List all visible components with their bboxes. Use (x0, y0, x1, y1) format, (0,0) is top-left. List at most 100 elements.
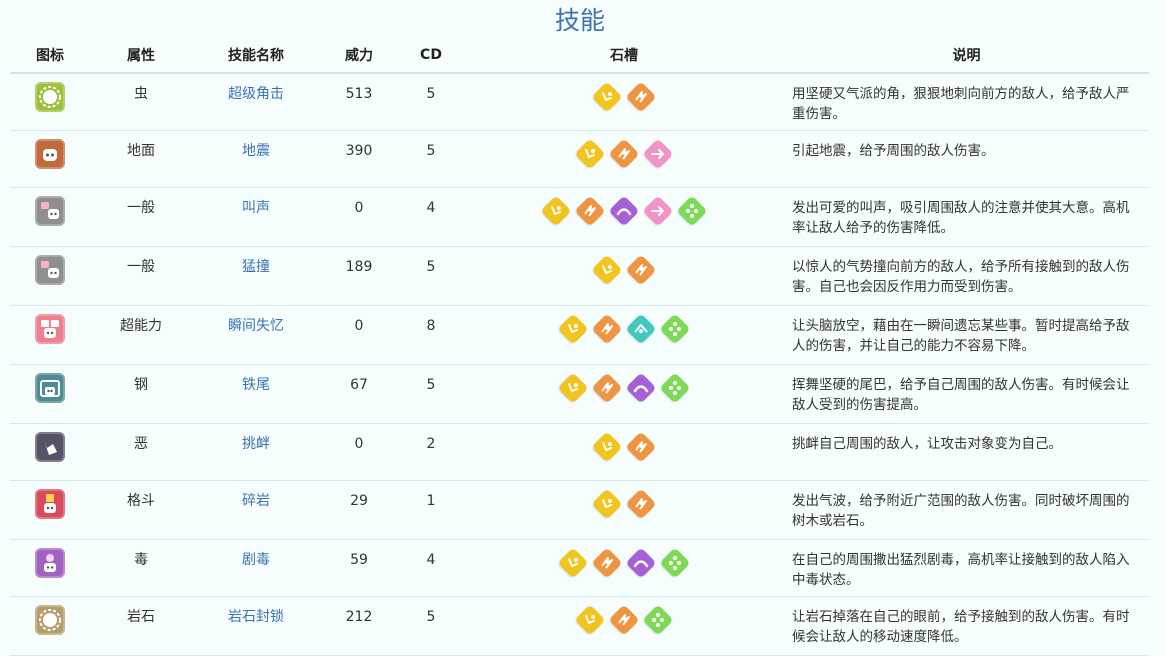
skill-name-link[interactable]: 瞬间失忆 (192, 306, 320, 336)
gem-orange-icon (591, 371, 623, 404)
icon-cell (10, 246, 90, 306)
skill-name-link[interactable]: 铁尾 (192, 365, 320, 395)
type-cell: 一般 (90, 187, 192, 247)
table-row: 岩石 岩石封锁 212 5 让岩石掉落在自己的眼前，给予接触到的敌人伤害。有时候会让敌人… (10, 596, 1149, 656)
name-cell: 碎岩 (192, 480, 320, 540)
gem-yellow-icon (591, 430, 623, 463)
type-cell: 岩石 (90, 596, 192, 656)
skill-cd: 8 (426, 317, 436, 334)
cd-cell: 5 (398, 73, 464, 131)
skill-name-link[interactable]: 碎岩 (192, 481, 320, 511)
slots-cell (464, 246, 784, 306)
skill-name-link[interactable]: 猛撞 (192, 247, 320, 277)
skill-name-link[interactable]: 岩石封锁 (192, 597, 320, 627)
icon-cell (10, 596, 90, 656)
power-cell: 0 (320, 305, 398, 365)
skill-cd: 4 (426, 551, 436, 568)
slots-cell (464, 305, 784, 365)
skill-power: 189 (345, 258, 373, 275)
gem-purple-icon (608, 194, 640, 227)
skill-cd: 5 (426, 142, 436, 159)
slots-cell (464, 73, 784, 131)
desc-cell: 发出气波，给予附近广范围的敌人伤害。同时破坏周围的树木或岩石。 (784, 480, 1149, 540)
icon-cell (10, 364, 90, 424)
gem-yellow-icon (591, 81, 623, 113)
poison-type-icon (35, 547, 65, 578)
gem-green-icon (676, 194, 708, 227)
table-row: 恶 挑衅 0 2 挑衅自己周围的敌人，让攻击对象变为自己。 (10, 423, 1149, 481)
gem-orange-icon (591, 312, 623, 345)
slots-cell (464, 423, 784, 481)
icon-cell (10, 305, 90, 365)
steel-type-icon (35, 372, 65, 403)
skill-power: 513 (345, 86, 373, 102)
skill-type: 毒 (134, 551, 148, 568)
skills-table: 图标 属性 技能名称 威力 CD 石槽 说明 虫 超级角击 513 5 用坚硬又气派的角… (10, 38, 1149, 656)
skill-cd: 5 (426, 608, 436, 625)
skill-description: 挑衅自己周围的敌人，让攻击对象变为自己。 (792, 435, 1062, 452)
skill-cd: 5 (426, 86, 436, 102)
gem-purple-icon (625, 371, 657, 404)
skill-description: 挥舞坚硬的尾巴，给予自己周围的敌人伤害。有时候会让敌人受到的伤害提高。 (792, 376, 1130, 413)
skill-cd: 4 (426, 199, 436, 216)
power-cell: 59 (320, 539, 398, 597)
gem-yellow-icon (557, 546, 589, 579)
skill-description: 引起地震，给予周围的敌人伤害。 (792, 142, 995, 159)
type-cell: 恶 (90, 423, 192, 481)
header-type: 属性 (90, 38, 192, 74)
normal-type-icon (35, 195, 65, 226)
slots-cell (464, 539, 784, 597)
skill-type: 地面 (127, 142, 155, 159)
type-cell: 毒 (90, 539, 192, 597)
name-cell: 叫声 (192, 187, 320, 247)
desc-cell: 用坚硬又气派的角，狠狠地刺向前方的敌人，给予敌人严重伤害。 (784, 73, 1149, 131)
skill-type: 岩石 (127, 608, 155, 625)
gem-green-icon (642, 603, 674, 636)
cd-cell: 1 (398, 480, 464, 540)
gem-yellow-icon (574, 603, 606, 636)
skill-power: 0 (354, 435, 364, 452)
gem-green-icon (659, 371, 691, 404)
skill-power: 0 (354, 199, 364, 216)
desc-cell: 挑衅自己周围的敌人，让攻击对象变为自己。 (784, 423, 1149, 481)
desc-cell: 挥舞坚硬的尾巴，给予自己周围的敌人伤害。有时候会让敌人受到的伤害提高。 (784, 364, 1149, 424)
cd-cell: 4 (398, 539, 464, 597)
header-power: 威力 (320, 38, 398, 74)
table-row: 格斗 碎岩 29 1 发出气波，给予附近广范围的敌人伤害。同时破坏周围的树木或岩石。 (10, 480, 1149, 540)
skill-name-link[interactable]: 剧毒 (192, 540, 320, 570)
desc-cell: 发出可爱的叫声，吸引周围敌人的注意并使其大意。高机率让敌人给予的伤害降低。 (784, 187, 1149, 247)
cd-cell: 5 (398, 596, 464, 656)
gem-teal-icon (625, 312, 657, 345)
power-cell: 0 (320, 187, 398, 247)
skill-type: 虫 (134, 86, 148, 102)
skill-name-link[interactable]: 挑衅 (192, 424, 320, 454)
skill-cd: 5 (426, 376, 436, 393)
gem-yellow-icon (591, 487, 623, 520)
skill-type: 一般 (127, 199, 155, 216)
power-cell: 67 (320, 364, 398, 424)
skill-name-link[interactable]: 叫声 (192, 188, 320, 218)
skill-name-link[interactable]: 超级角击 (192, 74, 320, 104)
cd-cell: 4 (398, 187, 464, 247)
slots-cell (464, 596, 784, 656)
skill-power: 390 (345, 142, 373, 159)
skill-description: 发出气波，给予附近广范围的敌人伤害。同时破坏周围的树木或岩石。 (792, 492, 1130, 529)
skill-cd: 2 (426, 435, 436, 452)
rock-type-icon (35, 604, 65, 635)
power-cell: 189 (320, 246, 398, 306)
cd-cell: 2 (398, 423, 464, 481)
desc-cell: 引起地震，给予周围的敌人伤害。 (784, 130, 1149, 188)
table-row: 钢 铁尾 67 5 挥舞坚硬的尾巴，给予自己周围的敌人伤害。有时候会让敌人受到的伤害提高… (10, 364, 1149, 424)
slots-cell (464, 364, 784, 424)
icon-cell (10, 480, 90, 540)
gem-yellow-icon (540, 194, 572, 227)
gem-orange-icon (625, 487, 657, 520)
icon-cell (10, 423, 90, 481)
gem-orange-icon (625, 81, 657, 113)
page-title: 技能 (554, 6, 605, 35)
power-cell: 390 (320, 130, 398, 188)
skill-cd: 5 (426, 258, 436, 275)
skill-name-link[interactable]: 地震 (192, 131, 320, 161)
skill-description: 让岩石掉落在自己的眼前，给予接触到的敌人伤害。有时候会让敌人的移动速度降低。 (792, 608, 1130, 645)
icon-cell (10, 130, 90, 188)
